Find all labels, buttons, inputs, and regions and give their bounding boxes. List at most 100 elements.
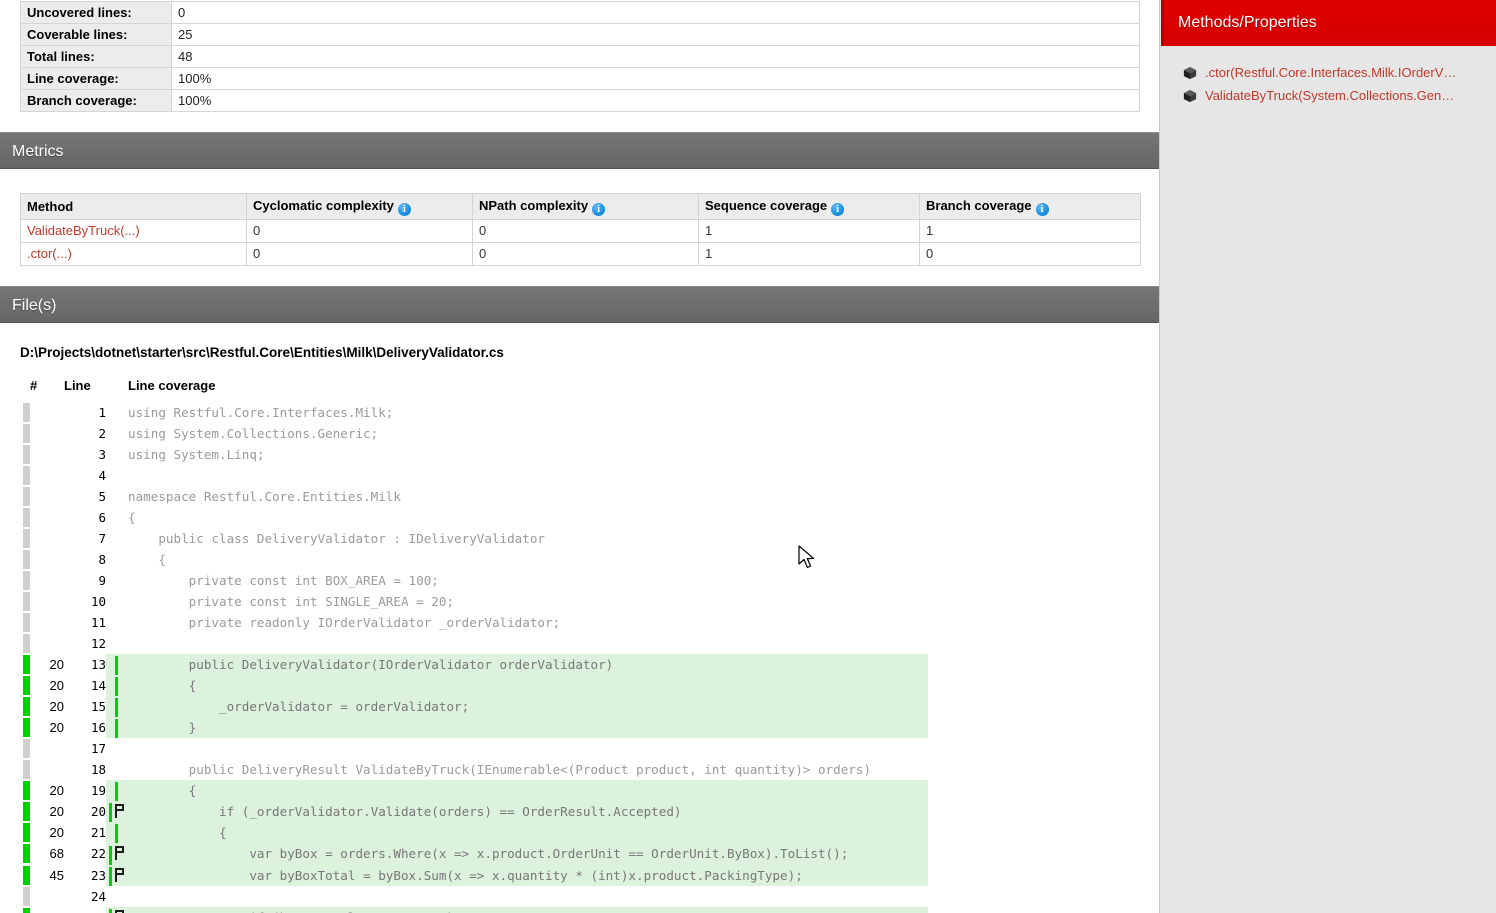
info-icon[interactable]: i <box>1035 203 1049 216</box>
branch-edge-marker <box>114 824 118 844</box>
info-icon[interactable]: i <box>831 203 845 216</box>
branch-coverage-cell <box>106 612 128 633</box>
line-hit-count: 20 <box>49 720 64 736</box>
method-list-item-label: .ctor(Restful.Core.Interfaces.Milk.IOrde… <box>1205 65 1457 80</box>
branch-icon[interactable] <box>114 804 126 819</box>
code-line-text: _orderValidator = orderValidator; <box>128 696 928 718</box>
code-coverage-table: # Line Line coverage 1 using Restful.Core… <box>20 378 928 913</box>
line-number: 2 <box>98 426 106 441</box>
branch-icon[interactable] <box>114 867 126 882</box>
line-number: 17 <box>90 741 106 757</box>
file-path: D:\Projects\dotnet\starter\src\Restful.C… <box>20 345 504 360</box>
code-line-row: 20 16 } <box>20 717 928 739</box>
line-number: 16 <box>90 720 106 736</box>
code-line-text <box>128 886 928 907</box>
metrics-column-label: Sequence coverage <box>705 198 828 213</box>
code-line-text: public DeliveryValidator(IOrderValidator… <box>128 654 928 676</box>
method-list-item[interactable]: ValidateByTruck(System.Collections.Gen… <box>1183 85 1496 106</box>
coverage-bar-covered <box>20 801 30 822</box>
branch-coverage-cell <box>106 864 128 886</box>
metrics-method-link[interactable]: .ctor(...) <box>27 246 72 261</box>
metrics-section: Method Cyclomatic complexity i NPath comple… <box>0 169 1159 286</box>
line-hit-count <box>30 444 64 465</box>
code-line-row: 4 <box>20 465 928 486</box>
coverage-bar-uncovered <box>20 738 30 759</box>
code-line-row: 10 private const int SINGLE_AREA = 20; <box>20 591 928 612</box>
metrics-table: Method Cyclomatic complexity i NPath comple… <box>20 193 1141 266</box>
branch-coverage-cell <box>106 528 128 549</box>
branch-coverage-cell <box>106 675 128 697</box>
branch-coverage-cell <box>106 801 128 823</box>
code-line-text: using Restful.Core.Interfaces.Milk; <box>128 405 394 420</box>
coverage-bar-covered <box>20 865 30 886</box>
code-line-text: var byBox = orders.Where(x => x.product.… <box>128 843 928 865</box>
line-hit-count: 20 <box>49 804 64 820</box>
method-list-item-label: ValidateByTruck(System.Collections.Gen… <box>1205 88 1455 103</box>
branch-coverage-cell <box>106 906 128 913</box>
summary-value: 25 <box>171 23 1140 46</box>
coverage-bar-uncovered <box>20 528 30 549</box>
code-line-text: if (_orderValidator.Validate(orders) == … <box>128 801 928 823</box>
info-icon[interactable]: i <box>592 203 606 216</box>
summary-section: Uncovered lines: 0 Coverable lines: 25 Total… <box>0 1 1159 112</box>
branch-header <box>106 378 128 402</box>
code-line-text: private readonly IOrderValidator _orderV… <box>128 615 561 630</box>
branch-coverage-cell <box>106 717 128 739</box>
line-hit-count: 20 <box>49 825 64 841</box>
metrics-sequence-value: 1 <box>698 242 920 266</box>
line-number: 12 <box>90 636 106 651</box>
metrics-column-header: Method <box>20 193 247 220</box>
coverage-bar-covered <box>20 717 30 738</box>
summary-row: Branch coverage: 100% <box>20 89 1140 112</box>
metrics-cyclomatic-value: 0 <box>246 219 473 243</box>
branch-edge-marker <box>114 719 118 739</box>
code-line-text: { <box>128 552 166 567</box>
branch-icon[interactable] <box>114 909 126 913</box>
line-number: 1 <box>98 405 106 420</box>
coverage-bar-uncovered <box>20 633 30 654</box>
coverage-bar-covered <box>20 822 30 843</box>
line-hit-count: 20 <box>49 657 64 673</box>
branch-edge-marker <box>114 782 118 802</box>
files-section-header: File(s) <box>0 286 1159 323</box>
code-line-row: 20 15 _orderValidator = orderValidator; <box>20 696 928 718</box>
branch-edge-marker <box>108 908 112 913</box>
metrics-row: ValidateByTruck(...) 0 0 1 1 <box>20 219 1141 243</box>
code-line-row: 18 public DeliveryResult ValidateByTruck… <box>20 759 928 780</box>
code-line-text: if (byBoxTotal <= BOX_AREA) <box>128 906 928 913</box>
code-line-text <box>128 738 928 759</box>
line-hit-count <box>30 486 64 507</box>
line-hit-count <box>30 570 64 591</box>
line-hit-count <box>30 612 64 633</box>
code-line-row: 11 private readonly IOrderValidator _ord… <box>20 612 928 633</box>
code-line-text: { <box>128 675 928 697</box>
summary-label: Branch coverage: <box>20 89 172 112</box>
code-line-text: namespace Restful.Core.Entities.Milk <box>128 489 401 504</box>
branch-coverage-cell <box>106 886 128 907</box>
line-hit-count <box>30 402 64 423</box>
branch-coverage-cell <box>106 570 128 591</box>
line-number: 14 <box>90 678 106 694</box>
metrics-branch-value: 0 <box>919 242 1141 266</box>
branch-edge-marker <box>108 803 112 823</box>
metrics-cyclomatic-value: 0 <box>246 242 473 266</box>
branch-coverage-cell <box>106 654 128 676</box>
branch-icon[interactable] <box>114 846 126 861</box>
line-number: 11 <box>90 615 106 630</box>
line-hit-count: 20 <box>30 907 64 913</box>
summary-label: Coverable lines: <box>20 23 172 46</box>
code-line-text: { <box>128 822 928 844</box>
method-list-item[interactable]: .ctor(Restful.Core.Interfaces.Milk.IOrde… <box>1183 62 1496 83</box>
coverage-bar-uncovered <box>20 507 30 528</box>
branch-coverage-cell <box>106 549 128 570</box>
metrics-method-link[interactable]: ValidateByTruck(...) <box>27 223 140 238</box>
code-line-row: 2025 if (byBoxTotal <= BOX_AREA) <box>20 906 928 913</box>
info-icon[interactable]: i <box>397 203 411 216</box>
metrics-column-header: Cyclomatic complexity i <box>246 193 473 220</box>
line-hit-count <box>30 886 64 907</box>
code-line-text: { <box>128 780 928 802</box>
line-number: 6 <box>98 510 106 525</box>
line-number: 10 <box>90 594 106 609</box>
line-hit-count <box>30 528 64 549</box>
line-number: 9 <box>98 573 106 588</box>
